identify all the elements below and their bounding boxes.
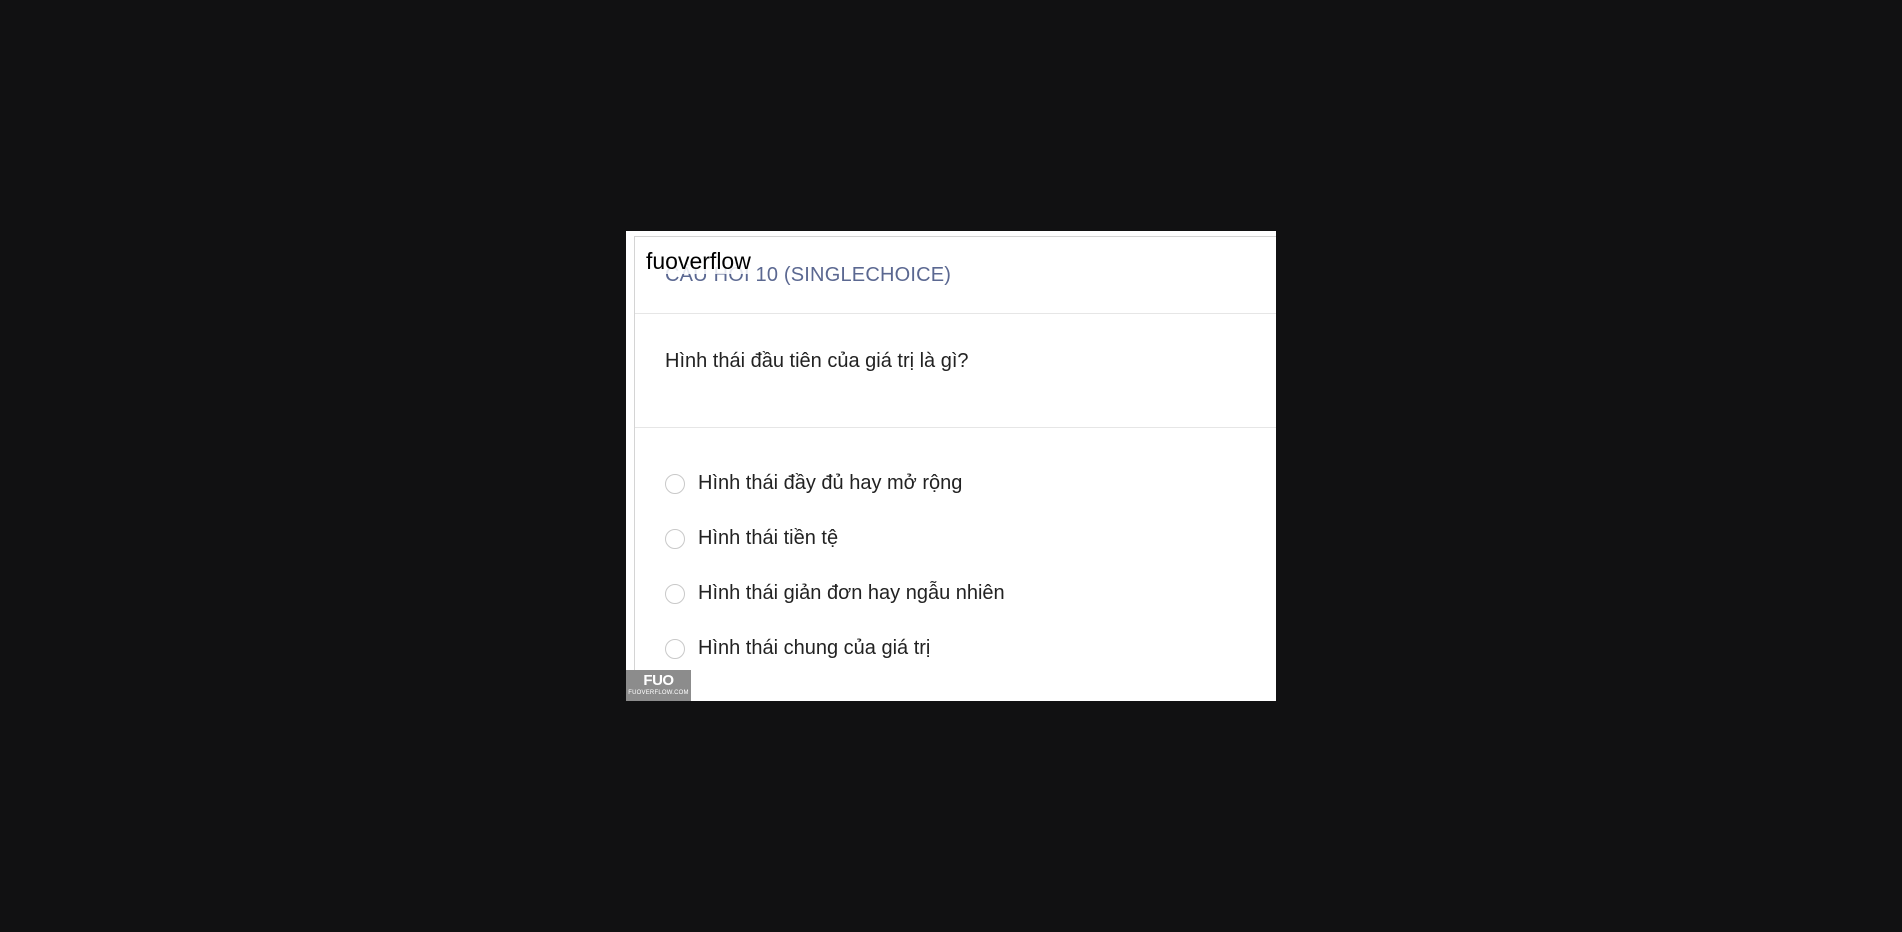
question-body: Hình thái đầu tiên của giá trị là gì? — [635, 314, 1276, 428]
answer-option-4[interactable]: Hình thái chung của giá trị — [665, 621, 1276, 676]
radio-button[interactable] — [665, 583, 685, 604]
watermark-site-name: fuoverflow — [644, 248, 753, 274]
screenshot-frame: fuoverflow CÂU HỎI 10 (SINGLECHOICE) Hìn… — [626, 231, 1276, 701]
logo-mark: FUO — [643, 672, 674, 689]
answer-label: Hình thái giản đơn hay ngẫu nhiên — [698, 582, 1005, 604]
radio-button[interactable] — [665, 638, 685, 659]
answer-option-1[interactable]: Hình thái đầy đủ hay mở rộng — [665, 456, 1276, 511]
logo-domain: FUOVERFLOW.COM — [628, 690, 689, 696]
radio-button[interactable] — [665, 528, 685, 549]
image-viewer: fuoverflow CÂU HỎI 10 (SINGLECHOICE) Hìn… — [0, 0, 1902, 932]
radio-button[interactable] — [665, 473, 685, 494]
question-card: CÂU HỎI 10 (SINGLECHOICE) Hình thái đầu … — [634, 236, 1276, 701]
question-text: Hình thái đầu tiên của giá trị là gì? — [665, 350, 969, 372]
answer-option-3[interactable]: Hình thái giản đơn hay ngẫu nhiên — [665, 566, 1276, 621]
answer-label: Hình thái đầy đủ hay mở rộng — [698, 472, 963, 494]
answer-option-2[interactable]: Hình thái tiền tệ — [665, 511, 1276, 566]
answer-label: Hình thái tiền tệ — [698, 527, 839, 549]
fuo-logo-badge: FUO FUOVERFLOW.COM — [626, 670, 691, 701]
answer-label: Hình thái chung của giá trị — [698, 637, 931, 659]
answer-options: Hình thái đầy đủ hay mở rộng Hình thái t… — [635, 428, 1276, 676]
question-title: CÂU HỎI 10 (SINGLECHOICE) — [665, 264, 952, 286]
